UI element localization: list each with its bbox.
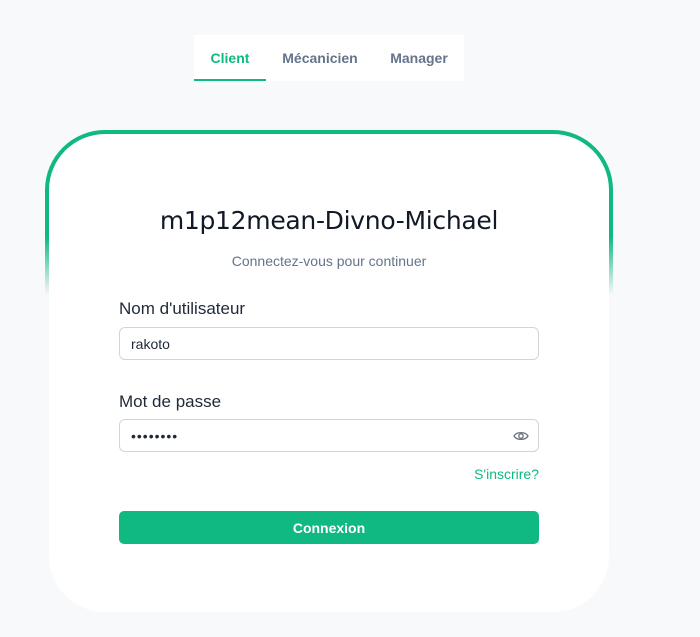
username-label: Nom d'utilisateur — [119, 299, 246, 318]
signup-link[interactable]: S'inscrire? — [474, 466, 539, 482]
password-label: Mot de passe — [119, 392, 222, 411]
login-card-border: m1p12mean-Divno-Michael Connectez-vous p… — [45, 130, 613, 616]
username-input[interactable] — [131, 335, 527, 352]
password-input[interactable] — [131, 427, 527, 444]
tab-client[interactable]: Client — [194, 35, 266, 81]
tab-manager[interactable]: Manager — [374, 35, 464, 81]
login-card: m1p12mean-Divno-Michael Connectez-vous p… — [49, 134, 609, 612]
login-button[interactable]: Connexion — [119, 511, 539, 544]
eye-icon[interactable] — [513, 429, 529, 443]
role-tabs: Client Mécanicien Manager — [194, 35, 464, 81]
password-field-wrapper — [119, 419, 539, 452]
login-subtitle: Connectez-vous pour continuer — [231, 253, 427, 269]
username-field-wrapper — [119, 327, 539, 360]
app-title: m1p12mean-Divno-Michael — [159, 206, 499, 235]
tab-mecanicien[interactable]: Mécanicien — [266, 35, 374, 81]
